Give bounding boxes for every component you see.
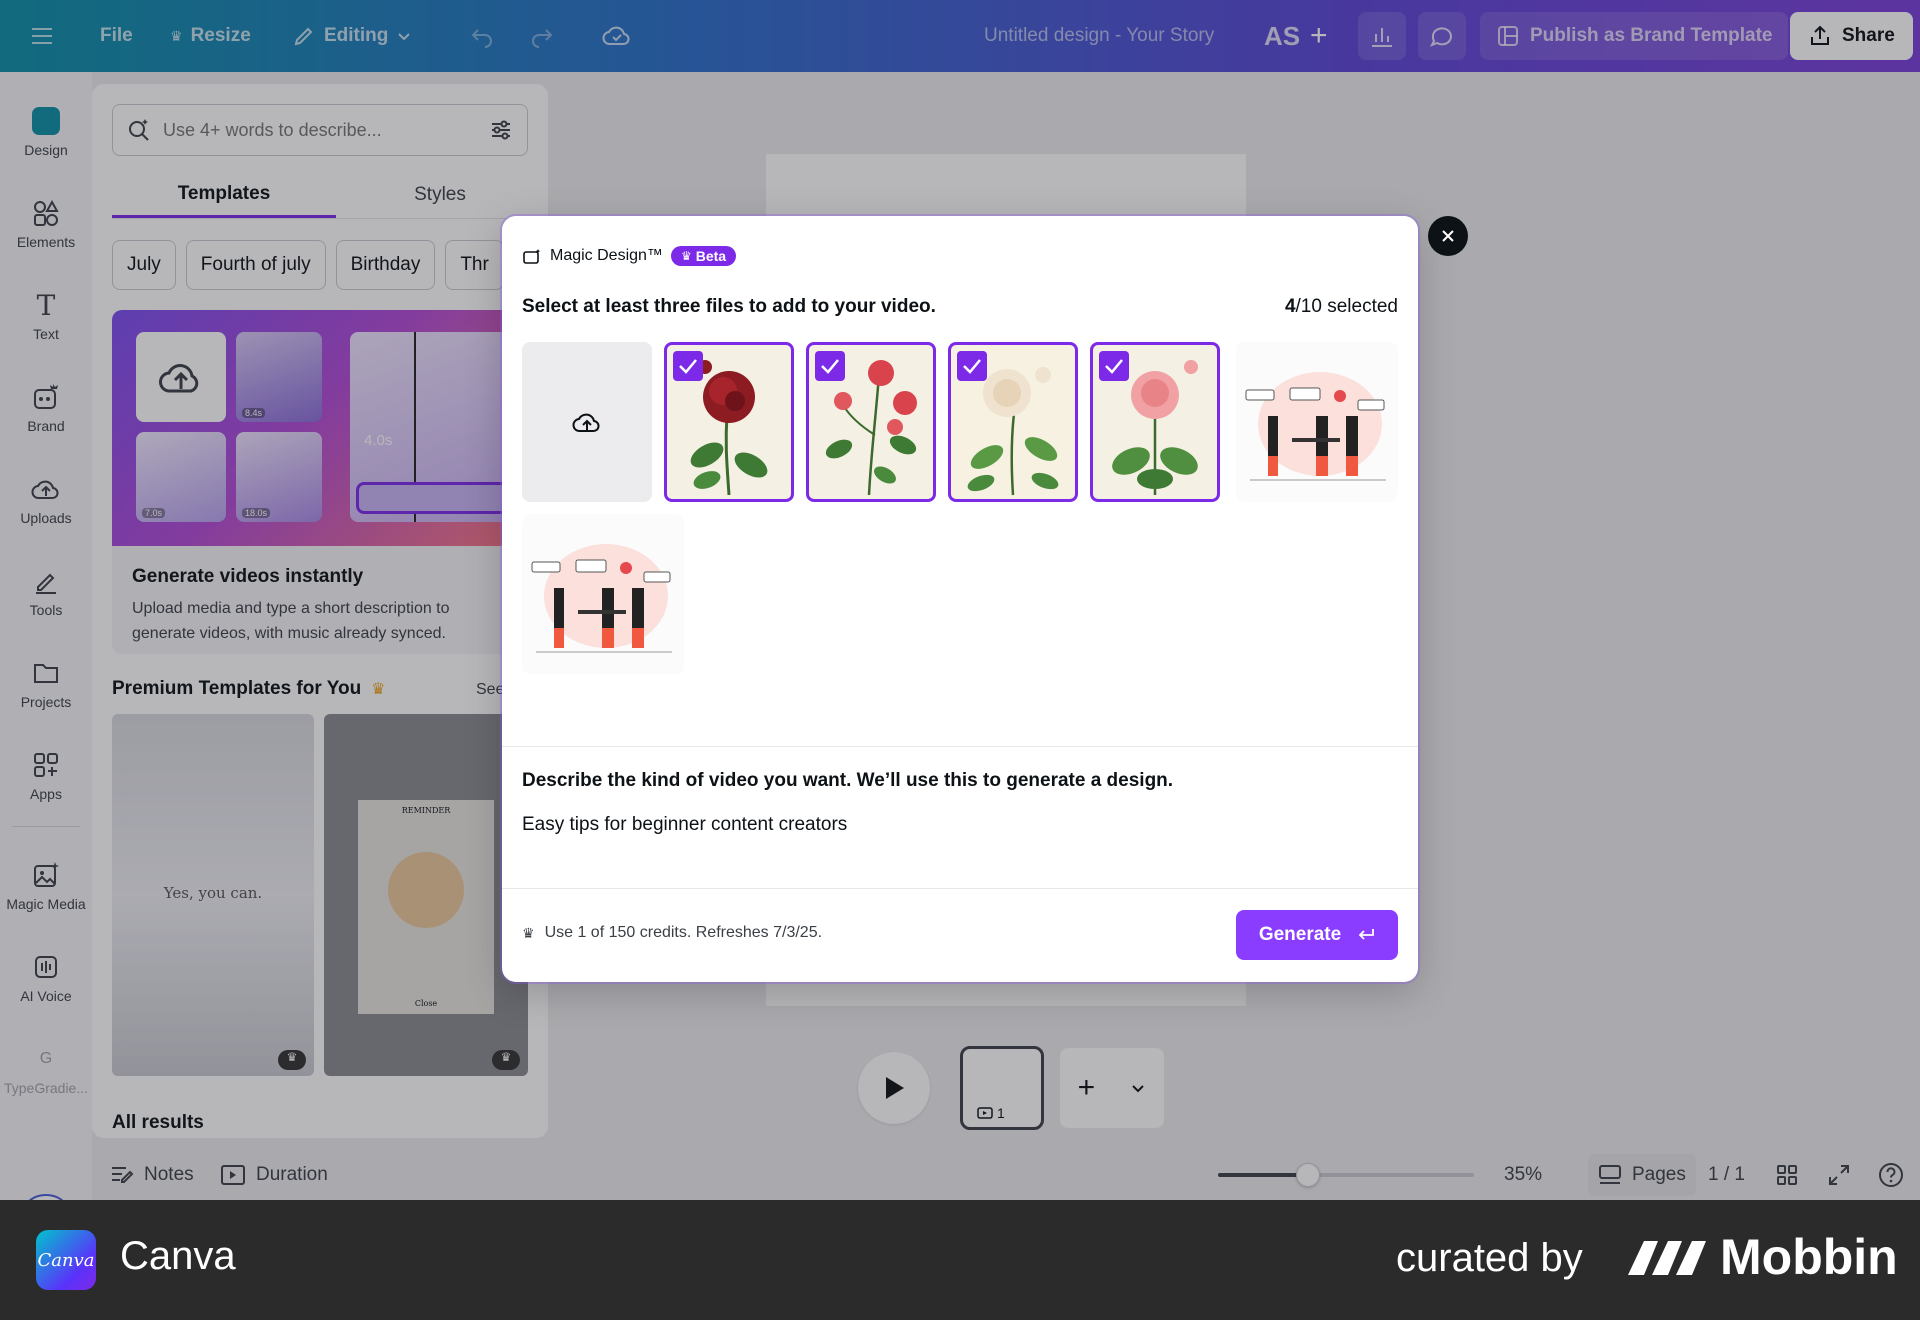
- canva-logo: Canva: [36, 1230, 96, 1290]
- beta-badge: ♛ Beta: [670, 246, 737, 266]
- checkbox-checked[interactable]: [957, 351, 987, 381]
- selected-number: 4: [1284, 296, 1296, 317]
- beta-label: Beta: [695, 248, 727, 264]
- app-name: Canva: [120, 1234, 236, 1278]
- magic-design-icon: [523, 249, 541, 264]
- upload-file-tile[interactable]: [522, 342, 652, 502]
- check-icon: [821, 359, 839, 374]
- file-tile-red-rose-branch[interactable]: [806, 342, 936, 502]
- file-tile-pink-rose[interactable]: [1090, 342, 1220, 502]
- dialog-header: Magic Design™ ♛ Beta: [522, 246, 737, 266]
- mobbin-logo-icon: [1628, 1241, 1706, 1275]
- magic-design-dialog: Magic Design™ ♛ Beta Select at least thr…: [502, 216, 1418, 982]
- divider: [502, 746, 1418, 747]
- checkbox-checked[interactable]: [1099, 351, 1129, 381]
- dialog-instruction: Select at least three files to add to yo…: [522, 296, 936, 317]
- close-dialog-button[interactable]: [1428, 216, 1468, 256]
- check-icon: [679, 359, 697, 374]
- crown-icon: ♛: [522, 924, 535, 941]
- mobbin-brand: Mobbin: [1626, 1228, 1898, 1286]
- footer-banner: Canva Canva curated by Mobbin: [0, 1200, 1920, 1320]
- description-label: Describe the kind of video you want. We’…: [522, 770, 1174, 791]
- selected-suffix: /10 selected: [1295, 296, 1398, 317]
- description-input[interactable]: [522, 814, 1392, 836]
- logo-text: Canva: [37, 1249, 95, 1271]
- selected-count: 4/10 selected: [1285, 296, 1398, 318]
- team-illustration-image: [1245, 372, 1386, 481]
- credits-info: ♛ Use 1 of 150 credits. Refreshes 7/3/25…: [522, 924, 822, 942]
- check-icon: [1105, 359, 1123, 374]
- checkbox-checked[interactable]: [673, 351, 703, 381]
- enter-key-icon: [1358, 929, 1375, 940]
- generate-button[interactable]: Generate: [1236, 910, 1398, 960]
- divider: [502, 888, 1418, 889]
- brand-text: Mobbin: [1720, 1229, 1898, 1285]
- dialog-title: Magic Design™: [550, 247, 663, 264]
- file-tile-white-rose[interactable]: [948, 342, 1078, 502]
- file-tile-team-illustration[interactable]: [1236, 342, 1398, 502]
- file-tile-team-illustration[interactable]: [522, 514, 684, 674]
- generate-label: Generate: [1258, 924, 1342, 945]
- team-illustration-image: [531, 544, 672, 653]
- crown-icon: ♛: [680, 249, 692, 263]
- check-icon: [963, 359, 981, 374]
- close-icon: [1442, 230, 1454, 242]
- curated-by-label: curated by: [1396, 1236, 1583, 1280]
- file-tile-red-rose[interactable]: [664, 342, 794, 502]
- checkbox-checked[interactable]: [815, 351, 845, 381]
- cloud-upload-icon: [572, 413, 600, 432]
- credits-text: Use 1 of 150 credits. Refreshes 7/3/25.: [544, 924, 823, 941]
